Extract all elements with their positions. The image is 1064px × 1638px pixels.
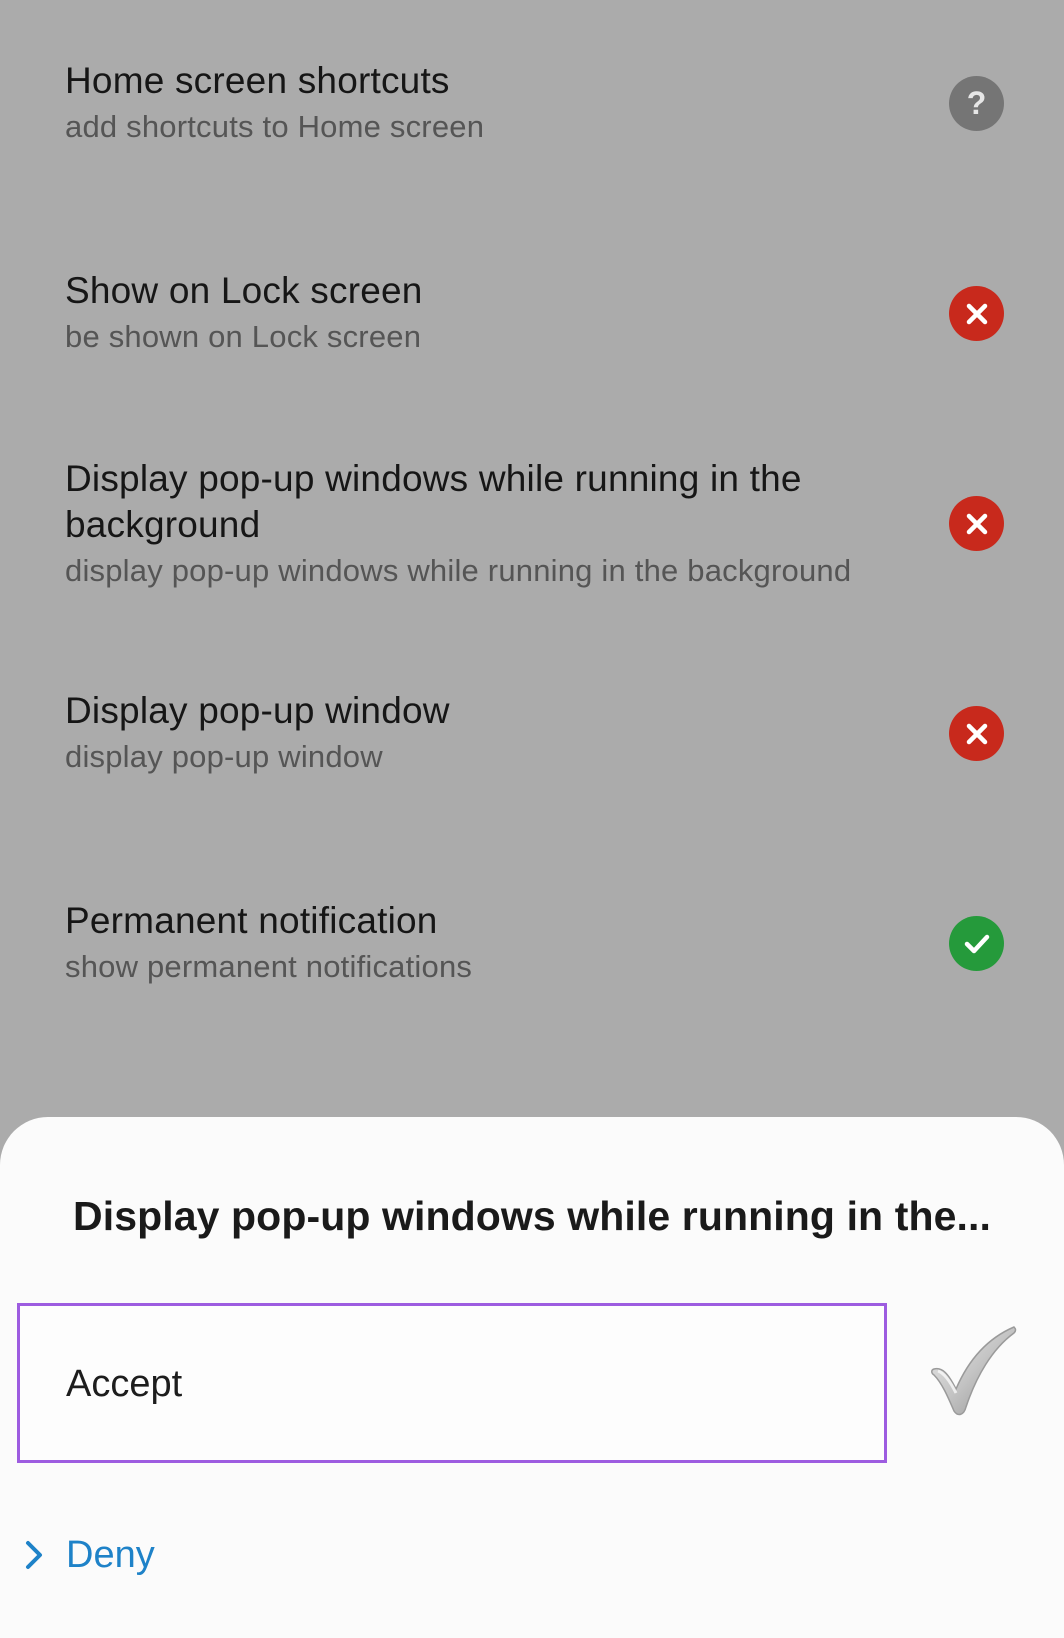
permission-row-permanent-notification[interactable]: Permanent notification show permanent no…	[0, 898, 1064, 1108]
permission-text: Home screen shortcuts add shortcuts to H…	[65, 58, 864, 150]
question-icon: ?	[949, 76, 1004, 131]
chevron-right-icon	[26, 1541, 42, 1569]
bottom-sheet: Display pop-up windows while running in …	[0, 1117, 1064, 1638]
permission-subtitle: display pop-up window	[65, 739, 383, 774]
checkmark-icon	[928, 1323, 1020, 1423]
x-icon	[949, 496, 1004, 551]
svg-text:?: ?	[967, 85, 987, 121]
permission-row-home-shortcuts[interactable]: Home screen shortcuts add shortcuts to H…	[0, 58, 1064, 268]
permission-subtitle: display pop-up windows while running in …	[65, 553, 852, 588]
permission-row-popup-background[interactable]: Display pop-up windows while running in …	[0, 456, 1064, 666]
permission-text: Display pop-up window display pop-up win…	[65, 688, 864, 780]
permission-subtitle: show permanent notifications	[65, 949, 473, 984]
permission-title: Display pop-up windows while running in …	[65, 458, 802, 545]
sheet-title: Display pop-up windows while running in …	[73, 1193, 991, 1239]
permission-title: Show on Lock screen	[65, 270, 423, 311]
permission-text: Display pop-up windows while running in …	[65, 456, 864, 594]
permission-text: Show on Lock screen be shown on Lock scr…	[65, 268, 864, 360]
permission-subtitle: be shown on Lock screen	[65, 319, 422, 354]
permission-title: Home screen shortcuts	[65, 60, 450, 101]
permission-subtitle: add shortcuts to Home screen	[65, 109, 485, 144]
screen: Home screen shortcuts add shortcuts to H…	[0, 0, 1064, 1638]
deny-label: Deny	[66, 1533, 155, 1576]
accept-option[interactable]: Accept	[17, 1303, 887, 1463]
permission-row-popup-window[interactable]: Display pop-up window display pop-up win…	[0, 688, 1064, 898]
accept-label: Accept	[66, 1363, 183, 1405]
permission-title: Permanent notification	[65, 900, 438, 941]
permission-row-lock-screen[interactable]: Show on Lock screen be shown on Lock scr…	[0, 268, 1064, 478]
x-icon	[949, 286, 1004, 341]
x-icon	[949, 706, 1004, 761]
check-icon	[949, 916, 1004, 971]
permission-text: Permanent notification show permanent no…	[65, 898, 864, 990]
deny-option[interactable]: Deny	[20, 1525, 155, 1585]
permission-title: Display pop-up window	[65, 690, 450, 731]
